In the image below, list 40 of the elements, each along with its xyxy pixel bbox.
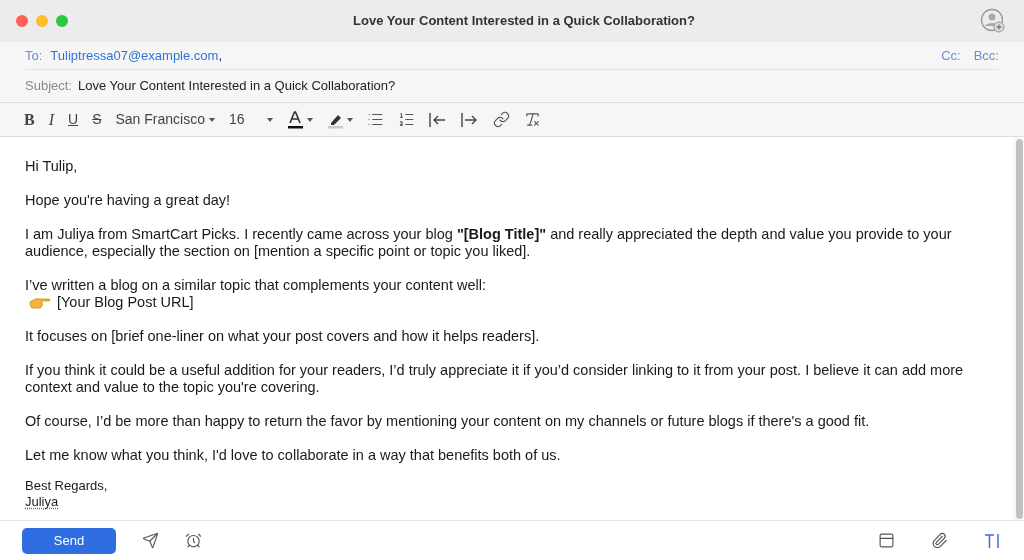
alarm-clock-icon[interactable] [185, 532, 202, 549]
paper-plane-icon[interactable] [142, 532, 159, 549]
size-dropdown[interactable]: 16 [228, 109, 273, 130]
paperclip-icon[interactable] [931, 532, 948, 549]
recipient-separator: , [218, 46, 223, 65]
body-paragraph: I’ve written a blog on a similar topic that complements your content well: [25, 277, 487, 294]
close-button[interactable] [16, 15, 28, 27]
text-color-icon[interactable] [286, 110, 313, 129]
bold-button[interactable]: B [24, 107, 35, 132]
indent-icon[interactable] [460, 111, 479, 128]
bullet-list-icon[interactable] [366, 111, 384, 128]
caret-icon [266, 117, 273, 122]
template-icon[interactable] [878, 532, 895, 549]
to-label: To: [25, 46, 43, 65]
body-paragraph: Hi Tulip, [25, 158, 79, 175]
text-format-icon[interactable] [984, 532, 1002, 549]
body-paragraph: I am Juliya from SmartCart Picks. I recently came across your blog "[Blog Title]" and really appreciated the depth and value you provide to your audience, especially the section on [mention a specific point or topic you liked]. [25, 226, 953, 260]
link-icon[interactable] [492, 111, 510, 128]
numbered-list-icon[interactable] [397, 111, 415, 128]
clear-formatting-icon[interactable] [523, 111, 541, 128]
body-paragraph: It focuses on [brief one-liner on what your post covers and how it helps readers]. [25, 328, 541, 345]
body-paragraph: If you think it could be a useful addition for your readers, I’d truly appreciate it if you’d consider linking to it from your post. I believe it can add more context and value to the topic you're covering. [25, 362, 965, 396]
send-button[interactable]: Send [22, 527, 116, 554]
strikethrough-button[interactable]: S [92, 109, 102, 130]
signature-line: Juliya [25, 494, 59, 510]
italic-button[interactable]: I [48, 107, 54, 132]
caret-icon [208, 117, 215, 122]
subject-field[interactable]: Love Your Content Interested in a Quick Collaboration? [78, 76, 396, 96]
pointing-hand-icon [29, 296, 51, 309]
signature-line: Best Regards, [25, 478, 108, 494]
body-paragraph: Of course, I’d be more than happy to return the favor by mentioning your content on my channels or future blogs if there's a good fit. [25, 413, 871, 430]
underline-button[interactable]: U [68, 109, 79, 130]
body-paragraph: Let me know what you think, I'd love to collaborate in a way that benefits both of us. [25, 447, 562, 464]
blog-url-link[interactable]: [Your Blog Post URL] [57, 294, 194, 311]
outdent-icon[interactable] [428, 111, 447, 128]
font-dropdown[interactable]: San Francisco [115, 109, 215, 130]
body-paragraph: Hope you're having a great day! [25, 192, 232, 209]
subject-label: Subject: [25, 77, 72, 96]
window-title: Love Your Content Interested in a Quick Collaboration? [352, 12, 696, 31]
scrollbar-thumb[interactable] [1016, 139, 1023, 519]
